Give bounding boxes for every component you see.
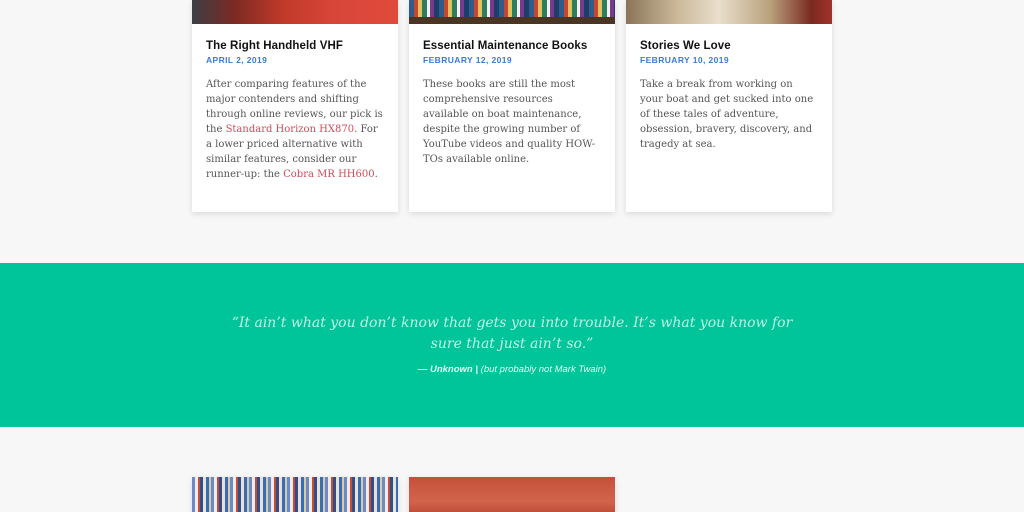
post-card-body: Essential Maintenance Books FEBRUARY 12,…	[409, 24, 615, 167]
quote-text: “It ain’t what you don’t know that gets …	[0, 313, 1024, 355]
post-cards-row: The Right Handheld VHF APRIL 2, 2019 Aft…	[192, 0, 832, 212]
post-image-rope[interactable]	[192, 477, 398, 512]
post-image-vhf[interactable]	[192, 0, 398, 24]
post-cards-row-2	[192, 477, 615, 512]
post-card-books[interactable]: Essential Maintenance Books FEBRUARY 12,…	[409, 0, 615, 212]
post-image-red[interactable]	[409, 477, 615, 512]
post-title[interactable]: Stories We Love	[640, 40, 818, 52]
quote-line-1: “It ain’t what you don’t know that gets …	[231, 315, 793, 331]
post-date: APRIL 2, 2019	[206, 55, 268, 65]
quote-author-note: (but probably not Mark Twain)	[480, 364, 607, 375]
post-card-body: Stories We Love FEBRUARY 10, 2019 Take a…	[626, 24, 832, 152]
quote-line-2: sure that just ain’t so.”	[430, 336, 594, 352]
post-title[interactable]: Essential Maintenance Books	[423, 40, 601, 52]
link-standard-horizon[interactable]: Standard Horizon HX870	[226, 124, 355, 135]
post-image-books[interactable]	[409, 0, 615, 24]
quote-author: — Unknown |	[417, 364, 479, 375]
link-cobra[interactable]: Cobra MR HH600	[283, 169, 374, 180]
post-excerpt: These books are still the most comprehen…	[423, 79, 596, 165]
excerpt-text: .	[374, 169, 378, 180]
quote-banner: “It ain’t what you don’t know that gets …	[0, 263, 1024, 427]
post-card-vhf[interactable]: The Right Handheld VHF APRIL 2, 2019 Aft…	[192, 0, 398, 212]
quote-attribution: — Unknown | (but probably not Mark Twain…	[0, 364, 1024, 375]
post-title[interactable]: The Right Handheld VHF	[206, 40, 384, 52]
post-card-body: The Right Handheld VHF APRIL 2, 2019 Aft…	[192, 24, 398, 182]
post-excerpt: After comparing features of the major co…	[206, 77, 384, 182]
post-card-stories[interactable]: Stories We Love FEBRUARY 10, 2019 Take a…	[626, 0, 832, 212]
post-excerpt: Take a break from working on your boat a…	[640, 79, 814, 150]
post-date: FEBRUARY 12, 2019	[423, 55, 513, 65]
post-image-stories[interactable]	[626, 0, 832, 24]
post-date: FEBRUARY 10, 2019	[640, 55, 730, 65]
